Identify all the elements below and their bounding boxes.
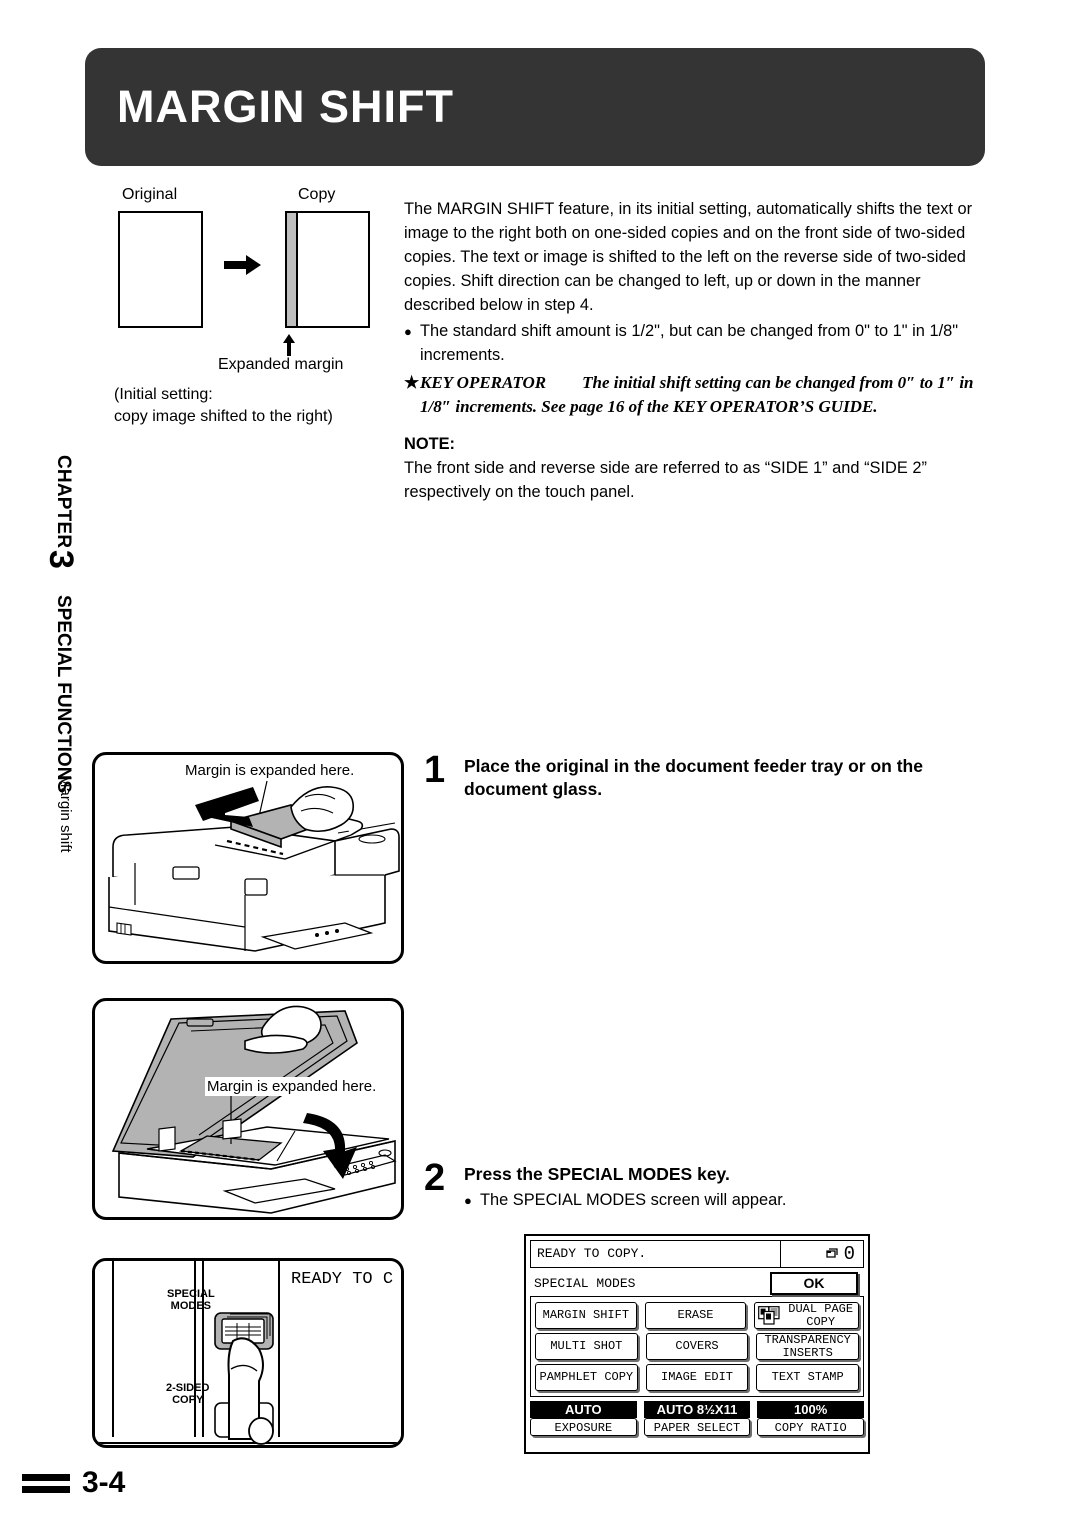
panel-display-text: READY TO C [291, 1270, 393, 1289]
right-arrow-icon [224, 255, 261, 275]
copy-counter: 0 [780, 1241, 863, 1267]
star-icon: ★ [404, 372, 420, 392]
bullet-dot-icon: ● [464, 1193, 472, 1209]
margin-shift-button[interactable]: MARGIN SHIFT [535, 1302, 637, 1329]
exposure-value: AUTO [530, 1401, 637, 1418]
key-operator-note: ★ KEY OPERATOR The initial shift setting … [404, 371, 996, 419]
covers-button[interactable]: COVERS [645, 1333, 749, 1360]
glass-callout-label: Margin is expanded here. [205, 1077, 379, 1096]
chapter-number: 3 [42, 550, 80, 569]
initial-setting-note: (Initial setting: copy image shifted to … [114, 384, 333, 427]
operation-panel-drawing: READY TO C [95, 1261, 401, 1445]
copy-sheet [285, 211, 370, 328]
step-2-bullet: ● The SPECIAL MODES screen will appear. [464, 1189, 996, 1213]
step-1: 1 Place the original in the document fee… [424, 749, 996, 802]
touch-panel-status-bar: AUTO EXPOSURE AUTO 8½X11 PAPER SELECT 10… [530, 1401, 865, 1436]
chapter-subsection-title: Margin shift [57, 775, 74, 853]
button-row-3: PAMPHLET COPY IMAGE EDIT TEXT STAMP [535, 1364, 860, 1391]
exposure-status[interactable]: AUTO EXPOSURE [530, 1401, 637, 1436]
paper-select-status[interactable]: AUTO 8½X11 PAPER SELECT [643, 1401, 751, 1436]
feeder-callout-label: Margin is expanded here. [183, 761, 357, 780]
initial-setting-line2: copy image shifted to the right) [114, 407, 333, 425]
step-1-title: Place the original in the document feede… [464, 756, 923, 800]
expanded-margin-label: Expanded margin [218, 356, 344, 373]
intro-paragraph: The MARGIN SHIFT feature, in its initial… [404, 200, 973, 314]
initial-setting-line1: (Initial setting: [114, 386, 213, 403]
dual-page-copy-button[interactable]: DUAL PAGE COPY [754, 1301, 860, 1329]
special-modes-button-grid: MARGIN SHIFT ERASE DUAL PAGE COPY MULTI … [530, 1297, 864, 1397]
text-stamp-button[interactable]: TEXT STAMP [756, 1364, 860, 1391]
illustration-operation-panel: READY TO C SPECIAL MODES 2-SIDED COPY [92, 1258, 404, 1448]
button-row-1: MARGIN SHIFT ERASE DUAL PAGE COPY [535, 1301, 860, 1329]
panel-two-sided-copy-label: 2-SIDED COPY [166, 1382, 210, 1406]
chapter-section-title: SPECIAL FUNCTIONS [53, 595, 74, 794]
page-title: MARGIN SHIFT [117, 81, 454, 132]
step-2: 2 Press the SPECIAL MODES key. ● The SPE… [424, 1157, 996, 1213]
multi-shot-button[interactable]: MULTI SHOT [535, 1333, 638, 1360]
illustration-document-glass: Margin is expanded here. [92, 998, 404, 1220]
intro-bullet-text: The standard shift amount is 1/2", but c… [420, 321, 959, 364]
copy-ratio-status[interactable]: 100% COPY RATIO [757, 1401, 865, 1436]
special-modes-title: SPECIAL MODES [534, 1275, 636, 1291]
button-row-2: MULTI SHOT COVERS TRANSPARENCY INSERTS [535, 1333, 860, 1360]
special-modes-header: SPECIAL MODES OK [530, 1270, 864, 1297]
illustration-document-feeder: Margin is expanded here. [92, 752, 404, 964]
original-label: Original [122, 186, 178, 203]
transparency-inserts-button[interactable]: TRANSPARENCY INSERTS [756, 1333, 860, 1360]
document-feeder-drawing [108, 780, 400, 952]
copy-ratio-value: 100% [757, 1401, 865, 1418]
ok-button[interactable]: OK [770, 1271, 858, 1295]
footer-rule-icon [22, 1473, 70, 1493]
document-glass-drawing [111, 1005, 397, 1214]
step-2-number: 2 [424, 1157, 446, 1199]
touch-panel-status-row: READY TO COPY. 0 [530, 1240, 864, 1268]
page-number: 3-4 [82, 1466, 126, 1499]
pamphlet-copy-button[interactable]: PAMPHLET COPY [535, 1364, 638, 1391]
copy-label: Copy [298, 186, 336, 203]
page-title-bar: MARGIN SHIFT [85, 48, 985, 166]
step-2-title: Press the SPECIAL MODES key. [464, 1164, 730, 1184]
copy-count-value: 0 [843, 1243, 855, 1265]
up-arrow-icon [283, 334, 295, 356]
copy-stack-icon [825, 1248, 838, 1258]
paper-select-value: AUTO 8½X11 [643, 1401, 751, 1418]
note-text: The front side and reverse side are refe… [404, 458, 927, 501]
original-copy-diagram: Original Copy Expanded margin (Initial s… [100, 186, 400, 436]
key-operator-label: KEY OPERATOR [420, 372, 547, 392]
touch-panel-screenshot: READY TO COPY. 0 SPECIAL MODES OK MARGIN… [524, 1234, 870, 1454]
expanded-margin-band [287, 213, 298, 326]
bullet-dot-icon: ● [404, 323, 412, 339]
chapter-word: CHAPTER [53, 455, 74, 549]
copy-ratio-button[interactable]: COPY RATIO [757, 1418, 865, 1436]
note-heading: NOTE: [404, 434, 455, 453]
erase-button[interactable]: ERASE [644, 1302, 747, 1329]
page-footer: 3-4 [22, 1466, 125, 1500]
step-2-bullet-text: The SPECIAL MODES screen will appear. [480, 1191, 787, 1210]
dual-page-copy-label: DUAL PAGE COPY [788, 1301, 854, 1329]
exposure-button[interactable]: EXPOSURE [530, 1418, 637, 1436]
status-message: READY TO COPY. [537, 1246, 647, 1261]
paper-select-button[interactable]: PAPER SELECT [643, 1418, 751, 1436]
intro-text-block: The MARGIN SHIFT feature, in its initial… [404, 198, 996, 505]
image-edit-button[interactable]: IMAGE EDIT [645, 1364, 749, 1391]
panel-special-modes-label: SPECIAL MODES [167, 1288, 215, 1312]
dual-page-icon [758, 1306, 780, 1325]
step-1-number: 1 [424, 749, 446, 791]
intro-bullet: ● The standard shift amount is 1/2", but… [404, 320, 996, 368]
chapter-sidebar: CHAPTER 3 SPECIAL FUNCTIONS Margin shift [16, 455, 80, 905]
original-sheet [118, 211, 203, 328]
